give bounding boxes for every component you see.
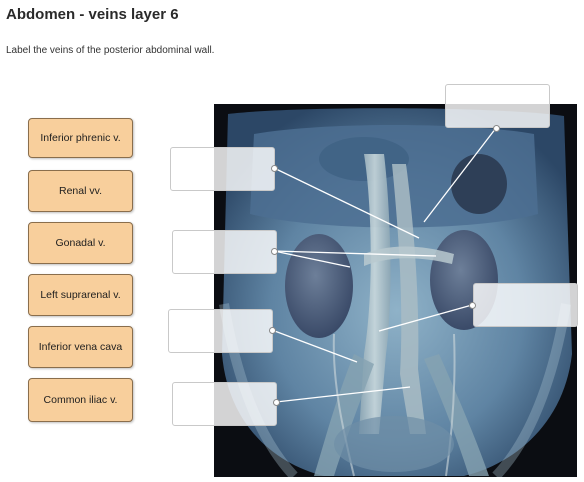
anchor-dot — [469, 302, 476, 309]
label-chip-text: Common iliac v. — [43, 393, 118, 406]
drop-target-1[interactable] — [445, 84, 550, 128]
label-chip-text: Gonadal v. — [55, 236, 106, 249]
drop-target-2[interactable] — [170, 147, 275, 191]
drop-target-4[interactable] — [473, 283, 578, 327]
anchor-dot — [269, 327, 276, 334]
label-chip-text: Left suprarenal v. — [40, 288, 121, 301]
label-chip-renal[interactable]: Renal vv. — [28, 170, 133, 212]
anchor-dot — [493, 125, 500, 132]
label-chip-inferior-vena-cava[interactable]: Inferior vena cava — [28, 326, 133, 368]
label-chip-common-iliac[interactable]: Common iliac v. — [28, 378, 133, 422]
anchor-dot — [273, 399, 280, 406]
drop-target-5[interactable] — [168, 309, 273, 353]
drop-target-6[interactable] — [172, 382, 277, 426]
label-chip-text: Inferior phrenic v. — [40, 131, 121, 144]
anchor-dot — [271, 248, 278, 255]
label-chip-text: Renal vv. — [59, 184, 102, 197]
label-chip-left-suprarenal[interactable]: Left suprarenal v. — [28, 274, 133, 316]
label-chip-text: Inferior vena cava — [38, 340, 123, 353]
page-title: Abdomen - veins layer 6 — [6, 6, 179, 23]
drop-target-3[interactable] — [172, 230, 277, 274]
label-chip-inferior-phrenic[interactable]: Inferior phrenic v. — [28, 118, 133, 158]
anchor-dot — [271, 165, 278, 172]
label-chip-gonadal[interactable]: Gonadal v. — [28, 222, 133, 264]
instructions-text: Label the veins of the posterior abdomin… — [6, 45, 215, 56]
